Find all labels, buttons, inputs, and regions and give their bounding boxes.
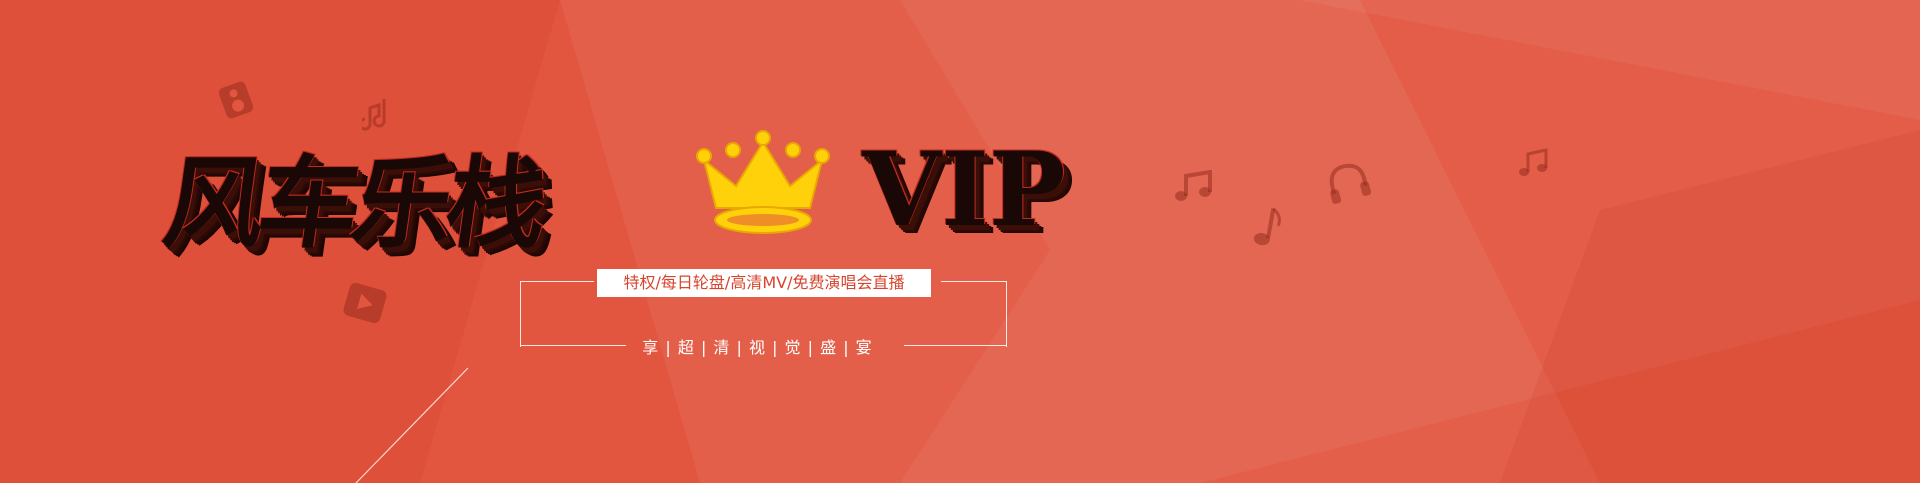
frame-line: [941, 281, 1007, 282]
frame-line: [520, 345, 626, 346]
music-note-icon: [1518, 148, 1550, 180]
features-badge: 特权/每日轮盘/高清MV/免费演唱会直播: [597, 269, 931, 297]
vip-banner[interactable]: 风车乐栈 VIP 特权/每日轮盘/高清MV/免费演唱会直播 享 | 超 | 清 …: [0, 0, 1920, 483]
music-note-icon: [1250, 204, 1286, 250]
frame-line: [1006, 281, 1007, 347]
vip-label: VIP: [862, 130, 1066, 250]
music-note-icon: [362, 96, 394, 132]
frame-line: [520, 281, 521, 347]
music-note-icon: [1172, 170, 1216, 204]
frame-line: [904, 345, 1007, 346]
slogan-text: 享 | 超 | 清 | 视 | 觉 | 盛 | 宴: [642, 338, 873, 357]
frame-line: [520, 281, 594, 282]
speaker-icon: [216, 80, 256, 120]
brand-title: 风车乐栈: [156, 144, 550, 262]
headphones-icon: [1326, 160, 1372, 206]
play-icon: [343, 282, 387, 324]
crown-icon: [696, 130, 830, 244]
